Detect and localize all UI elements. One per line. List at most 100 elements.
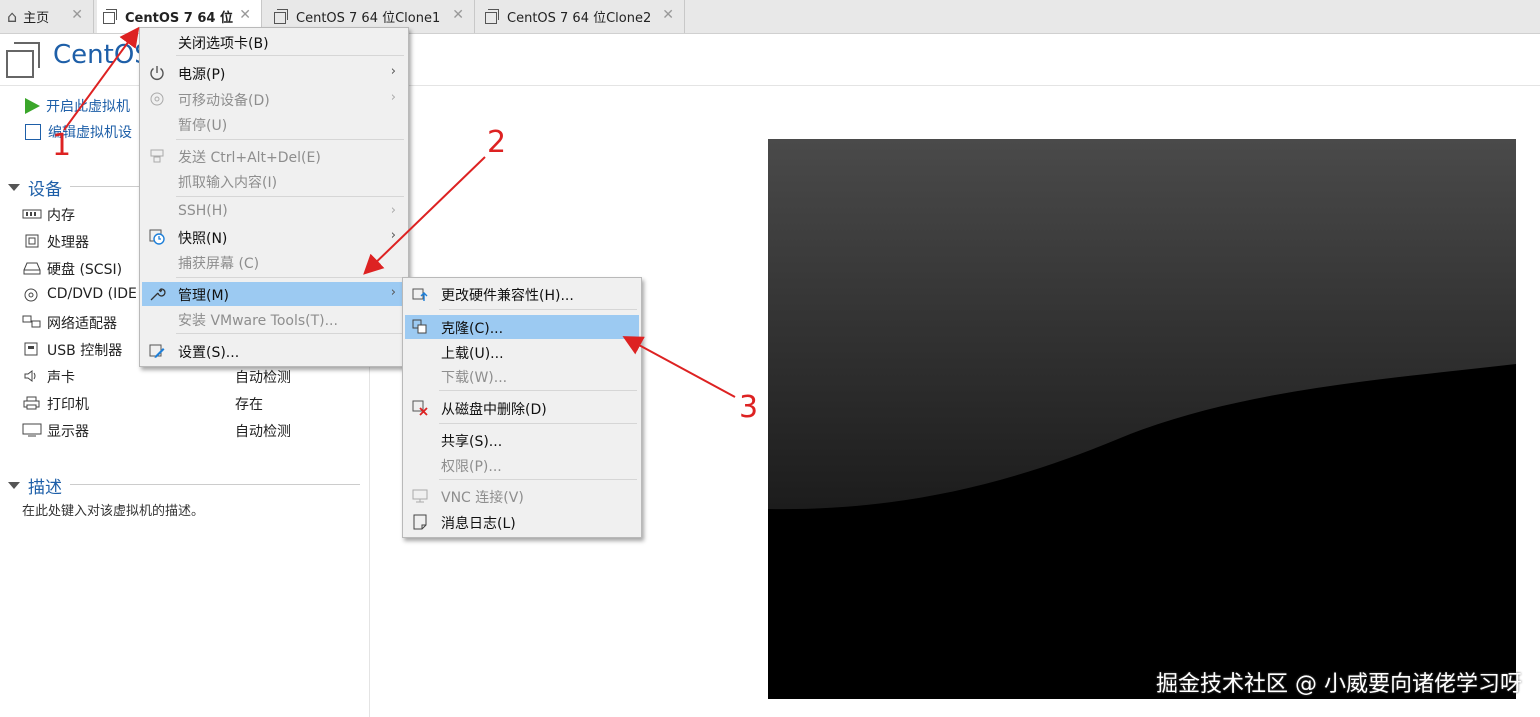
menu-item-label: 关闭选项卡(B) — [178, 36, 269, 52]
menu-item-snapshot[interactable]: 快照(N) › — [142, 225, 406, 249]
vnc-icon — [412, 489, 428, 503]
annotation-number-3: 3 — [739, 390, 759, 425]
device-name: USB 控制器 — [47, 343, 123, 359]
menu-item-capture-screen[interactable]: 捕获屏幕 (C) — [142, 250, 406, 274]
close-icon[interactable]: ✕ — [662, 7, 674, 23]
disk-icon — [23, 262, 41, 275]
manage-submenu: 更改硬件兼容性(H)... 克隆(C)... 上载(U)... 下载(W)...… — [402, 277, 642, 538]
cpu-icon — [25, 234, 39, 248]
device-row-printer[interactable]: 打印机 存在 — [22, 392, 362, 416]
menu-item-grab-input[interactable]: 抓取输入内容(I) — [142, 169, 406, 193]
description-section-header[interactable]: 描述 — [8, 473, 62, 498]
home-icon: ⌂ — [7, 7, 18, 26]
menu-item-settings[interactable]: 设置(S)... — [142, 339, 406, 363]
device-name: 网络适配器 — [47, 316, 117, 332]
clone-icon — [412, 319, 427, 334]
menu-item-pause[interactable]: 暂停(U) — [142, 112, 406, 136]
submenu-item-delete-from-disk[interactable]: 从磁盘中删除(D) — [405, 396, 639, 420]
collapse-triangle-icon[interactable] — [8, 184, 20, 191]
menu-item-label: 共享(S)... — [441, 434, 503, 450]
menu-item-send-ctrl-alt-del[interactable]: 发送 Ctrl+Alt+Del(E) — [142, 144, 406, 168]
submenu-item-download[interactable]: 下载(W)... — [405, 364, 639, 388]
vm-screen-preview[interactable] — [768, 139, 1516, 699]
device-value: 自动检测 — [235, 424, 291, 440]
close-icon[interactable]: ✕ — [452, 7, 464, 23]
menu-item-close-tab[interactable]: 关闭选项卡(B) — [142, 30, 406, 54]
edit-vm-settings-link[interactable]: 编辑虚拟机设 — [25, 122, 132, 142]
close-icon[interactable]: ✕ — [71, 7, 83, 23]
description-placeholder[interactable]: 在此处键入对该虚拟机的描述。 — [22, 500, 204, 519]
menu-item-install-vmware-tools[interactable]: 安装 VMware Tools(T)... — [142, 307, 406, 331]
device-value: 自动检测 — [235, 370, 291, 386]
device-row-sound[interactable]: 声卡 自动检测 — [22, 365, 362, 389]
submenu-item-vnc-connection[interactable]: VNC 连接(V) — [405, 484, 639, 508]
tab-centos-clone2[interactable]: CentOS 7 64 位Clone2 ✕ — [479, 0, 685, 33]
menu-item-label: 从磁盘中删除(D) — [441, 402, 547, 418]
settings-icon — [149, 344, 165, 358]
tab-label: CentOS 7 64 位Clone2 — [507, 11, 652, 26]
menu-separator — [439, 309, 637, 310]
submenu-item-change-hardware-compat[interactable]: 更改硬件兼容性(H)... — [405, 282, 639, 306]
wrench-icon — [150, 288, 166, 301]
vm-screen-background — [768, 139, 1516, 699]
submenu-item-message-log[interactable]: 消息日志(L) — [405, 510, 639, 534]
device-value: 存在 — [235, 397, 263, 413]
menu-separator — [439, 423, 637, 424]
devices-section-header[interactable]: 设备 — [8, 175, 62, 200]
menu-item-label: 消息日志(L) — [441, 516, 516, 532]
annotation-arrow-3 — [622, 336, 736, 398]
device-name: 内存 — [47, 208, 75, 224]
removable-device-icon — [150, 92, 164, 106]
menu-item-label: 捕获屏幕 (C) — [178, 256, 260, 272]
menu-item-label: 设置(S)... — [178, 345, 240, 361]
watermark: 掘金技术社区 @ 小威要向诸佬学习呀 — [1156, 672, 1522, 697]
close-icon[interactable]: ✕ — [239, 7, 251, 23]
section-divider — [70, 484, 360, 485]
menu-item-label: 可移动设备(D) — [178, 93, 270, 109]
upgrade-icon — [412, 288, 428, 301]
tab-home[interactable]: ⌂ 主页 ✕ — [0, 0, 94, 33]
menu-separator — [176, 196, 404, 197]
submenu-item-permissions[interactable]: 权限(P)... — [405, 453, 639, 477]
network-icon — [22, 315, 41, 328]
menu-item-label: 快照(N) — [178, 231, 228, 247]
tab-label: CentOS 7 64 位Clone1 — [296, 11, 441, 26]
menu-item-label: 电源(P) — [178, 67, 226, 83]
menu-separator — [439, 390, 637, 391]
menu-item-label: 暂停(U) — [178, 118, 228, 134]
play-icon — [25, 98, 40, 114]
menu-item-ssh[interactable]: SSH(H) › — [142, 200, 406, 224]
memory-icon — [22, 209, 42, 219]
printer-icon — [23, 396, 40, 410]
section-title: 描述 — [28, 478, 62, 498]
message-log-icon — [413, 514, 427, 530]
submenu-arrow-icon: › — [390, 90, 396, 105]
section-title: 设备 — [28, 180, 62, 200]
submenu-item-upload[interactable]: 上载(U)... — [405, 340, 639, 364]
device-row-monitor[interactable]: 显示器 自动检测 — [22, 419, 362, 443]
tab-label: 主页 — [23, 11, 50, 26]
menu-item-power[interactable]: 电源(P) › — [142, 61, 406, 85]
vm-icon — [103, 8, 119, 25]
submenu-arrow-icon: › — [390, 64, 396, 79]
menu-item-removable-devices[interactable]: 可移动设备(D) › — [142, 87, 406, 111]
menu-separator — [176, 139, 404, 140]
menu-separator — [439, 479, 637, 480]
menu-item-label: 安装 VMware Tools(T)... — [178, 313, 338, 329]
edit-icon — [25, 124, 41, 140]
device-name: 显示器 — [47, 424, 89, 440]
submenu-item-share[interactable]: 共享(S)... — [405, 428, 639, 452]
snapshot-icon — [149, 229, 165, 245]
menu-item-manage[interactable]: 管理(M) › — [142, 282, 406, 306]
power-icon — [150, 66, 164, 80]
power-on-vm-link[interactable]: 开启此虚拟机 — [25, 96, 130, 116]
submenu-arrow-icon: › — [390, 203, 396, 218]
collapse-triangle-icon[interactable] — [8, 482, 20, 489]
vm-large-icon — [6, 42, 40, 78]
submenu-item-clone[interactable]: 克隆(C)... — [405, 315, 639, 339]
vm-context-menu: 关闭选项卡(B) 电源(P) › 可移动设备(D) › 暂停(U) 发送 Ctr… — [139, 27, 409, 367]
menu-separator — [176, 55, 404, 56]
keyboard-send-icon — [150, 149, 164, 163]
device-name: 硬盘 (SCSI) — [47, 262, 123, 278]
menu-separator — [176, 277, 404, 278]
